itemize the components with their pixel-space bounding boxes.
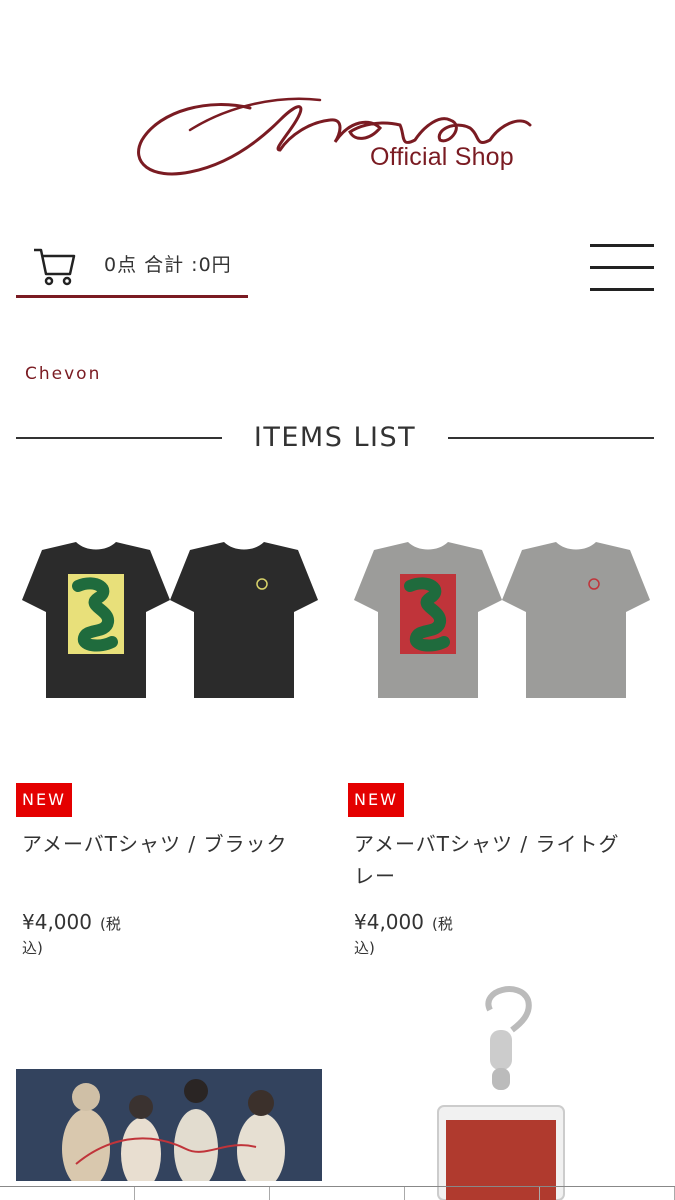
new-badge: NEW xyxy=(16,783,72,817)
divider xyxy=(16,437,222,439)
section-title: ITEMS LIST xyxy=(253,422,417,453)
logo-subtitle: Official Shop xyxy=(370,143,514,171)
cart-icon xyxy=(32,244,76,292)
product-price: ¥4,000 (税込) xyxy=(354,910,453,958)
cart-total-text: 0点 合計 :0円 xyxy=(104,254,232,276)
product-name[interactable]: アメーバTシャツ / ブラック xyxy=(22,828,312,860)
product-price: ¥4,000 (税込) xyxy=(22,910,121,958)
price-value: ¥4,000 xyxy=(22,910,92,934)
product-image[interactable] xyxy=(16,540,324,740)
chevon-script-logo xyxy=(137,97,532,176)
bottom-nav[interactable] xyxy=(0,1186,675,1200)
product-image[interactable] xyxy=(348,540,656,740)
bottom-nav-item[interactable] xyxy=(135,1187,270,1200)
new-badge: NEW xyxy=(348,783,404,817)
price-value: ¥4,000 xyxy=(354,910,424,934)
product-name[interactable]: アメーバTシャツ / ライトグレー xyxy=(354,828,624,892)
bottom-nav-item[interactable] xyxy=(405,1187,540,1200)
breadcrumb[interactable]: Chevon xyxy=(25,364,101,384)
product-image-banner[interactable] xyxy=(16,1069,322,1181)
hamburger-icon[interactable] xyxy=(590,244,654,292)
items-list-heading: ITEMS LIST xyxy=(16,420,654,456)
shop-logo[interactable]: Official Shop xyxy=(0,70,675,190)
bottom-nav-item[interactable] xyxy=(270,1187,405,1200)
bottom-nav-item[interactable] xyxy=(540,1187,675,1200)
bottom-nav-item[interactable] xyxy=(0,1187,135,1200)
product-image-keyholder[interactable] xyxy=(420,980,580,1200)
divider xyxy=(448,437,654,439)
cart-summary[interactable]: 0点 合計 :0円 xyxy=(16,236,248,298)
